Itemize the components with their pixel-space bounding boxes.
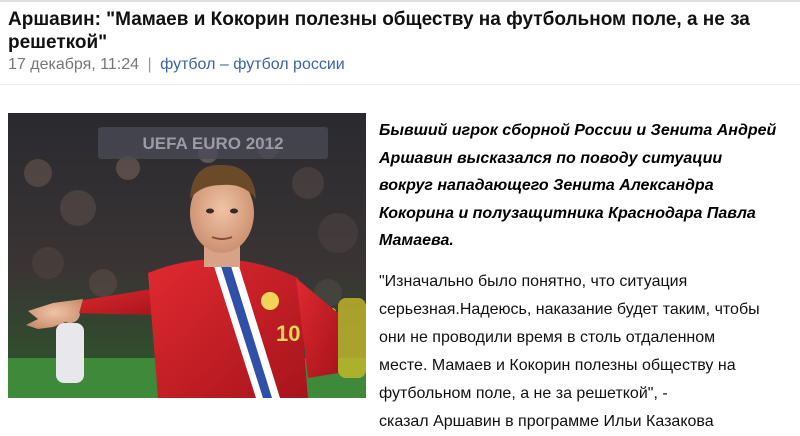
shirt-number: 10 — [276, 321, 300, 346]
article-meta: 17 декабря, 11:24 | футбол – футбол росс… — [8, 56, 345, 74]
banner-text: UEFA EURO 2012 — [142, 134, 283, 153]
quote-line: серьезная.Надеюсь, наказание будет таким… — [379, 301, 760, 318]
article-quote: "Изначально было понятно, что ситуация с… — [379, 268, 779, 436]
category-dash: – — [219, 56, 229, 73]
player-photo-illustration: UEFA EURO 2012 10 — [8, 113, 366, 398]
article-date: 17 декабря, 11:24 — [8, 56, 140, 73]
quote-line: месте. Мамаев и Кокорин полезны обществу… — [379, 357, 736, 374]
quote-line: "Изначально было понятно, что ситуация — [379, 273, 688, 290]
article-photo: UEFA EURO 2012 10 — [8, 113, 366, 398]
meta-separator: | — [147, 56, 152, 73]
quote-line: сказал Аршавин в программе Ильи Казакова — [379, 413, 714, 430]
category-link[interactable]: футбол — [160, 56, 215, 73]
top-border — [0, 0, 800, 2]
quote-line: они не проводили время в столь отдаленно… — [379, 329, 716, 346]
header-divider — [0, 84, 800, 85]
article-lead: Бывший игрок сборной России и Зенита Анд… — [379, 122, 777, 249]
quote-line: футбольном поле, а не за решеткой", - — [379, 385, 668, 402]
subcategory-link[interactable]: футбол россии — [233, 56, 344, 73]
article-title: Аршавин: "Мамаев и Кокорин полезны общес… — [8, 9, 750, 53]
